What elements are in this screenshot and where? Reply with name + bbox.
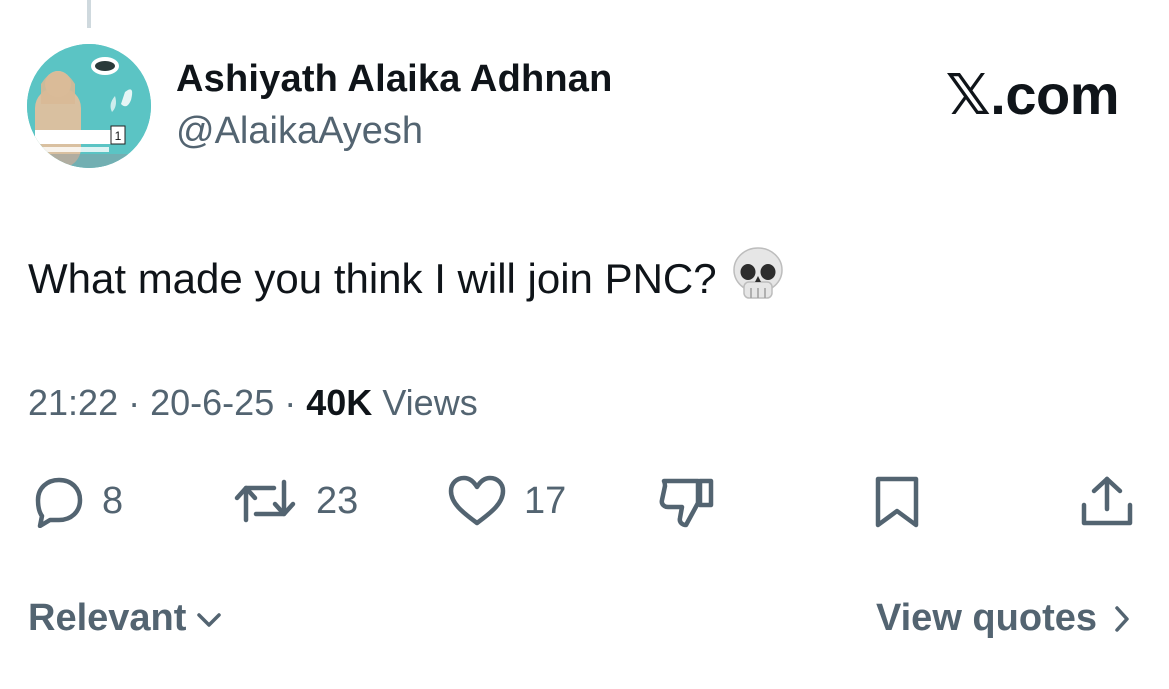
tweet-meta: 21:22 · 20-6-25 · 40K Views <box>28 382 478 424</box>
skull-emoji-icon <box>731 246 785 312</box>
share-button[interactable] <box>1078 470 1136 532</box>
like-button[interactable]: 17 <box>446 470 566 532</box>
sort-relevant-dropdown[interactable]: Relevant <box>28 597 224 640</box>
author-display-name[interactable]: Ashiyath Alaika Adhnan <box>176 58 613 101</box>
meta-separator: · <box>128 382 141 423</box>
meta-separator: · <box>284 382 297 423</box>
reply-icon <box>35 477 83 528</box>
dislike-button[interactable] <box>658 470 716 532</box>
view-quotes-label: View quotes <box>875 597 1097 639</box>
repost-button[interactable]: 23 <box>230 470 358 532</box>
avatar-image: 1 <box>27 44 151 168</box>
reply-button[interactable]: 8 <box>28 470 123 532</box>
view-quotes-link[interactable]: View quotes <box>876 597 1133 640</box>
sort-label: Relevant <box>28 597 187 639</box>
chevron-right-icon <box>1115 605 1129 632</box>
heart-icon <box>448 475 506 526</box>
views-count[interactable]: 40K <box>306 382 372 423</box>
thumbs-down-icon <box>659 478 714 528</box>
author-handle[interactable]: @AlaikaAyesh <box>176 110 423 153</box>
avatar-badge-number: 1 <box>115 129 122 143</box>
repost-icon <box>234 479 296 523</box>
views-label[interactable]: Views <box>382 382 477 423</box>
tweet-actions-bar: 8 23 17 <box>0 470 1169 532</box>
reply-count: 8 <box>102 479 124 522</box>
chevron-down-icon <box>197 612 222 627</box>
bookmark-button[interactable] <box>870 470 924 532</box>
tweet-text: What made you think I will join PNC? <box>28 246 785 312</box>
bookmark-icon <box>875 476 919 528</box>
share-icon <box>1081 476 1133 526</box>
repost-count: 23 <box>316 479 359 522</box>
tweet-body: What made you think I will join PNC? <box>28 255 717 302</box>
tweet-date[interactable]: 20-6-25 <box>150 382 274 423</box>
x-com-watermark: 𝕏.com <box>945 63 1120 126</box>
avatar[interactable]: 1 <box>27 44 151 168</box>
tweet-time[interactable]: 21:22 <box>28 382 118 423</box>
like-count: 17 <box>524 479 567 522</box>
thread-connector-line <box>87 0 91 28</box>
